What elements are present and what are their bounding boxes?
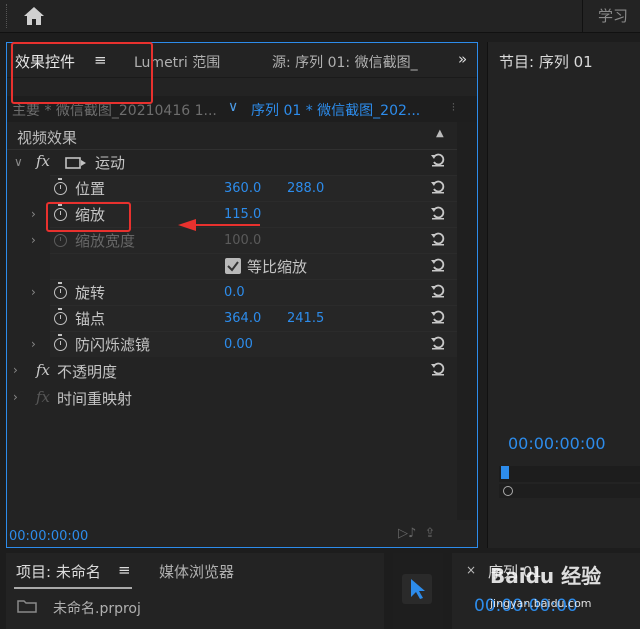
divider — [7, 149, 457, 150]
panel-timecode[interactable]: 00:00:00:00 — [9, 529, 88, 544]
active-tab-underline — [14, 587, 132, 589]
stopwatch-icon[interactable] — [54, 308, 67, 325]
scale-width-value: 100.0 — [224, 233, 262, 248]
chevron-right-icon[interactable]: › — [31, 337, 36, 351]
time-ruler[interactable] — [499, 466, 640, 482]
fx-toggle-opacity[interactable]: fx — [36, 361, 50, 379]
reset-icon[interactable] — [430, 308, 446, 324]
property-anti-flicker-label: 防闪烁滤镜 — [75, 336, 151, 354]
playhead[interactable] — [501, 466, 509, 479]
chevron-right-icon[interactable]: › — [31, 285, 36, 299]
anti-flicker-value[interactable]: 0.00 — [224, 337, 253, 352]
stopwatch-icon[interactable] — [54, 334, 67, 351]
chevron-down-icon[interactable]: ∨ — [14, 155, 23, 169]
row-bg — [50, 279, 457, 305]
playback-icons[interactable]: ▷♪ ⇪ — [398, 526, 435, 541]
stopwatch-icon[interactable] — [54, 178, 67, 195]
reset-icon[interactable] — [430, 256, 446, 272]
property-scale-width-label: 缩放宽度 — [75, 232, 136, 250]
highlight-box-scale — [46, 202, 131, 232]
chevron-right-icon[interactable]: › — [13, 363, 18, 377]
property-position-label: 位置 — [75, 180, 106, 198]
chevron-right-icon[interactable]: › — [13, 390, 18, 404]
play-only-icon[interactable]: ⫶ — [452, 101, 455, 115]
tab-source[interactable]: 源: 序列 01: 微信截图_ — [272, 52, 418, 72]
effect-time-remap-label: 时间重映射 — [57, 390, 133, 408]
effect-motion-label: 运动 — [95, 154, 126, 172]
chevron-right-icon[interactable]: › — [31, 233, 36, 247]
divider — [582, 0, 583, 32]
watermark-url: jingyan.baidu.com — [490, 597, 592, 610]
stopwatch-icon — [54, 230, 67, 247]
chevron-down-icon[interactable]: ∨ — [228, 99, 238, 115]
effect-opacity-label: 不透明度 — [57, 363, 118, 381]
zoom-scrollbar[interactable] — [499, 484, 640, 498]
drag-grip[interactable] — [6, 4, 9, 28]
arrow-cursor-icon — [411, 579, 425, 599]
highlight-box-effect-tab — [11, 42, 153, 104]
transform-icon[interactable] — [63, 155, 87, 171]
top-bar — [0, 0, 640, 33]
annotation-arrow-icon — [178, 219, 260, 231]
section-title: 视频效果 — [17, 129, 78, 147]
tab-media-browser[interactable]: 媒体浏览器 — [159, 561, 234, 582]
reset-icon[interactable] — [430, 282, 446, 298]
reset-icon[interactable] — [430, 230, 446, 246]
scroll-up-icon[interactable]: ▲ — [436, 128, 444, 139]
rotation-value[interactable]: 0.0 — [224, 285, 245, 300]
property-rotation-label: 旋转 — [75, 284, 106, 302]
selection-tool[interactable] — [402, 574, 432, 604]
fx-toggle-time-remap: fx — [36, 388, 51, 406]
position-x-value[interactable]: 360.0 — [224, 181, 261, 196]
panel-menu-icon[interactable]: ≡ — [118, 561, 131, 579]
sequence-clip-label[interactable]: 序列 01 * 微信截图_202... — [251, 100, 420, 120]
close-icon[interactable]: × — [466, 563, 476, 577]
reset-icon[interactable] — [430, 360, 446, 376]
scrollbar[interactable] — [457, 122, 477, 520]
program-monitor-title[interactable]: 节目: 序列 01 — [499, 51, 593, 72]
chevron-right-icon[interactable]: › — [31, 207, 36, 221]
program-timecode[interactable]: 00:00:00:00 — [508, 434, 606, 453]
reset-icon[interactable] — [430, 178, 446, 194]
tab-project[interactable]: 项目: 未命名 — [16, 561, 101, 582]
reset-icon[interactable] — [430, 204, 446, 220]
learn-tab[interactable]: 学习 — [598, 5, 628, 26]
anchor-x-value[interactable]: 364.0 — [224, 311, 261, 326]
scroll-handle[interactable] — [503, 486, 513, 496]
anchor-y-value[interactable]: 241.5 — [287, 311, 324, 326]
stopwatch-icon[interactable] — [54, 282, 67, 299]
reset-icon[interactable] — [430, 151, 446, 167]
home-icon[interactable] — [22, 5, 46, 27]
uniform-scale-checkbox[interactable] — [225, 258, 241, 274]
reset-icon[interactable] — [430, 334, 446, 350]
more-tabs-icon[interactable]: » — [458, 50, 467, 68]
watermark-logo: Baidu 经验 — [490, 564, 602, 588]
property-anchor-label: 锚点 — [75, 310, 106, 328]
position-y-value[interactable]: 288.0 — [287, 181, 324, 196]
folder-icon — [17, 600, 37, 613]
uniform-scale-label: 等比缩放 — [247, 258, 308, 276]
fx-toggle-motion[interactable]: fx — [36, 152, 50, 170]
project-file-name[interactable]: 未命名.prproj — [53, 598, 141, 618]
